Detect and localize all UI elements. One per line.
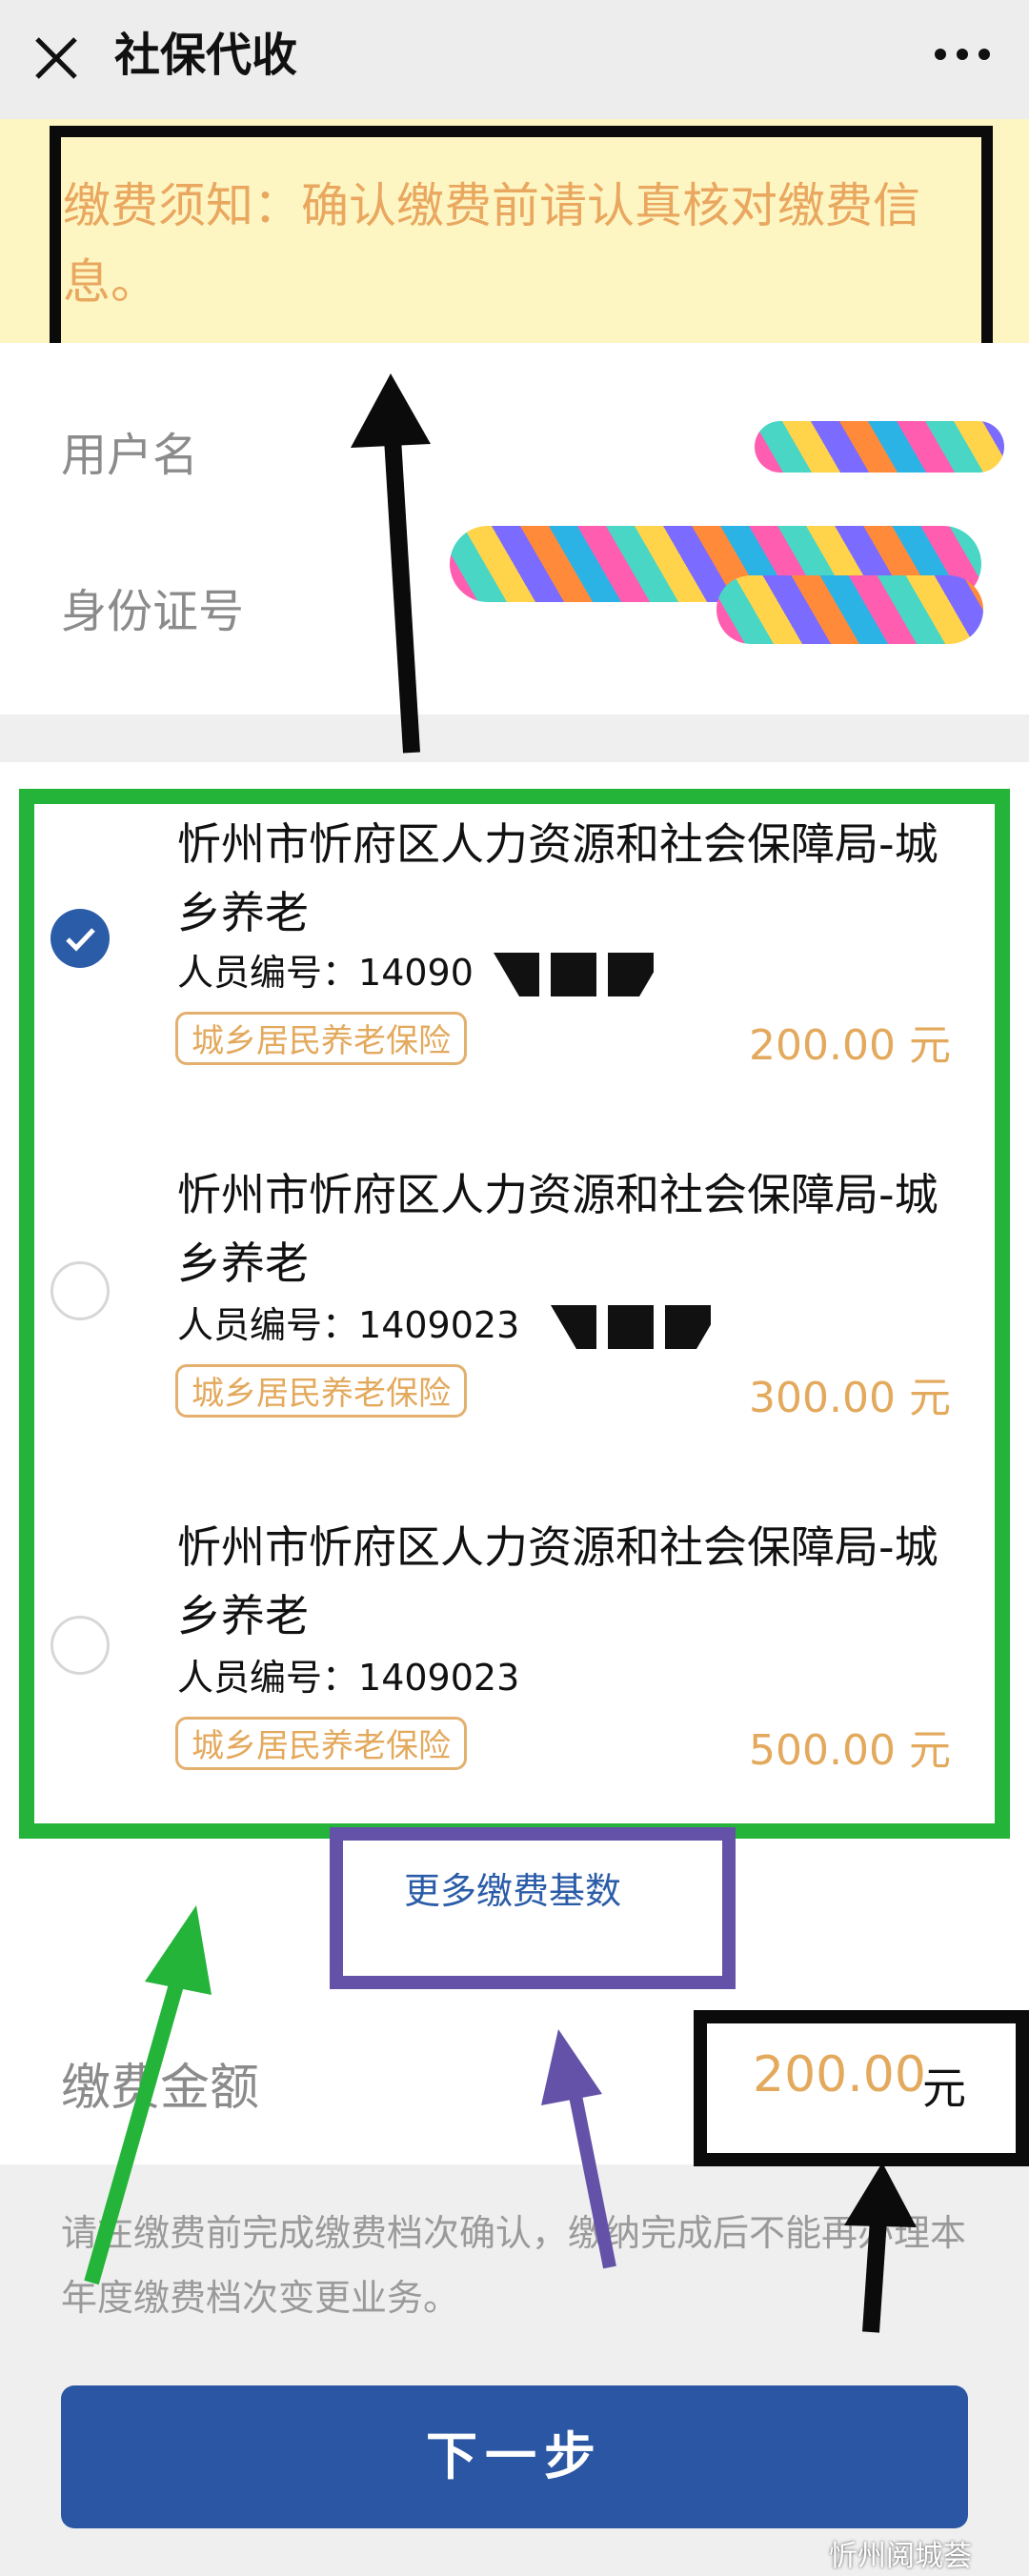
arrow-to-amount [844, 2163, 917, 2333]
annotation-arrows [84, 373, 917, 2333]
arrow-to-notice [351, 373, 431, 754]
arrow-to-list [84, 1905, 212, 2285]
arrow-to-more-base [541, 2029, 616, 2269]
